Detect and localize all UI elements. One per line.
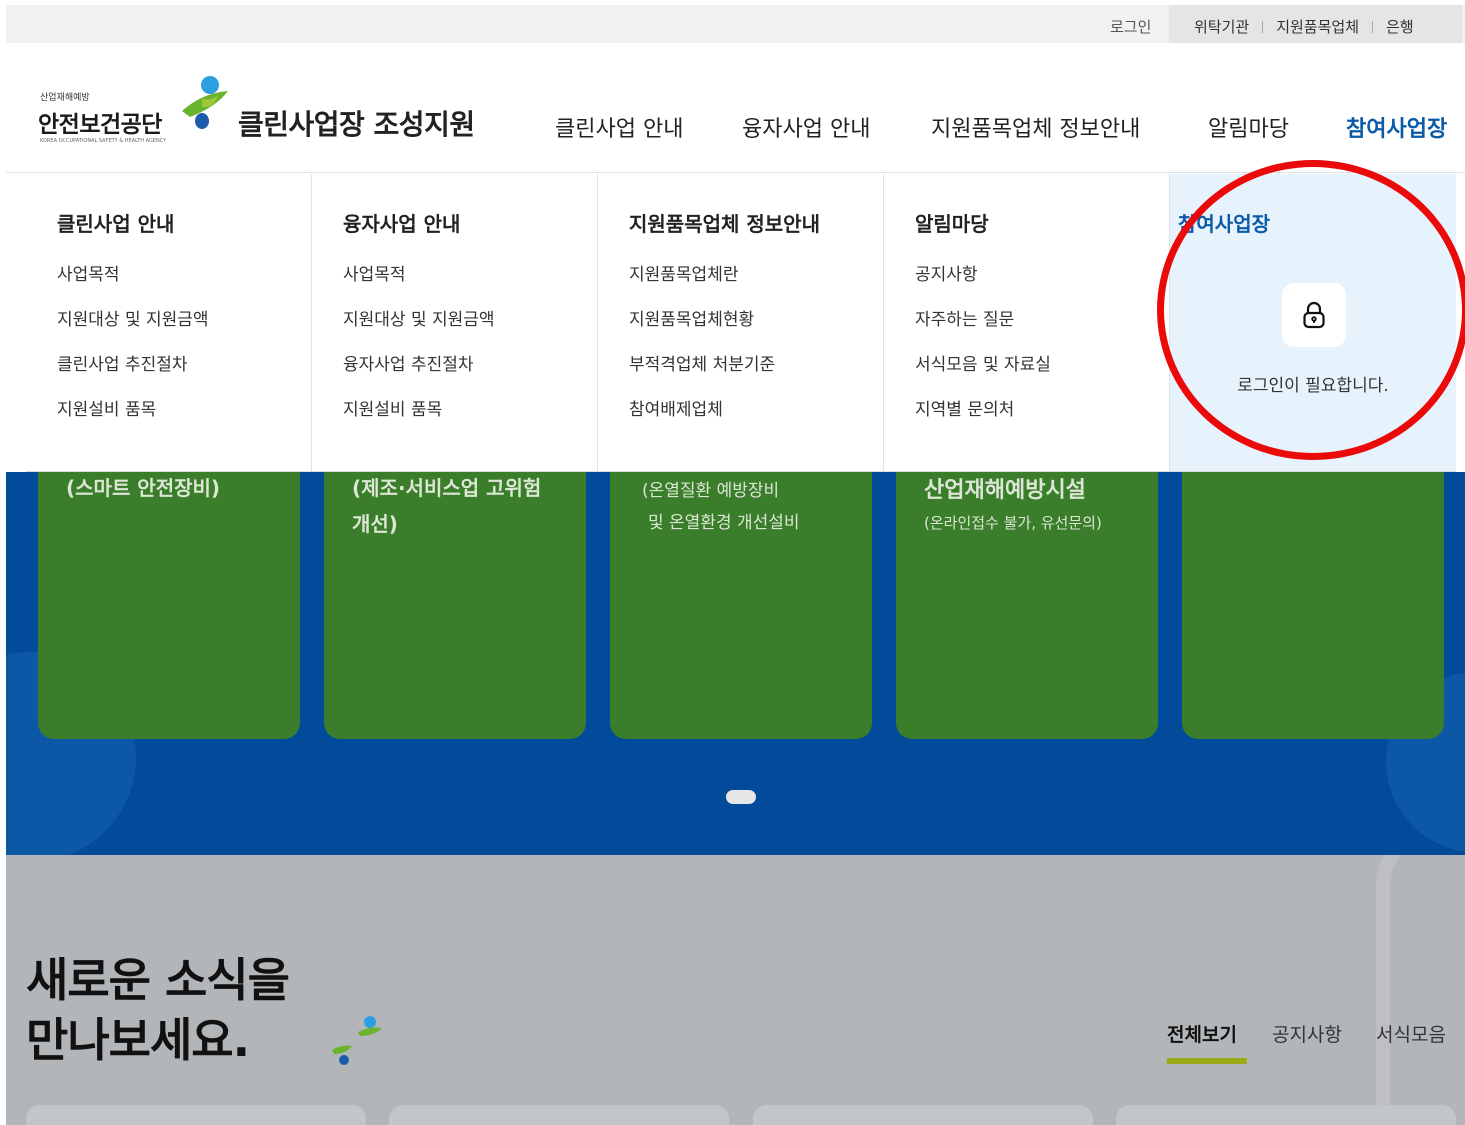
tab-notices[interactable]: 공지사항 [1272,1020,1342,1047]
news-heading-line: 새로운 소식을 [26,953,290,1007]
divider [1262,20,1264,33]
tab-forms[interactable]: 서식모음 [1376,1020,1446,1047]
mega-menu-column: 알림마당 공지사항 자주하는 질문 서식모음 및 자료실 지역별 문의처 [884,174,1170,471]
mega-menu-title[interactable]: 클린사업 안내 [57,208,174,237]
menu-item[interactable]: 부적격업체 처분기준 [629,350,775,395]
hero-card[interactable]: 산업재해예방시설 (온라인접수 불가, 유선문의) [896,472,1158,739]
card-label: (제조·서비스업 고위험 [352,476,542,500]
mega-menu-title[interactable]: 알림마당 [915,208,989,237]
org-tagline: 산업재해예방 [40,93,90,103]
participant-panel: 참여사업장 로그인이 필요합니다. [1170,174,1456,471]
card-title: 산업재해예방시설 [924,478,1086,503]
menu-item[interactable]: 클린사업 추진절차 [57,350,209,395]
carousel-indicator[interactable] [726,790,756,804]
menu-item[interactable]: 자주하는 질문 [915,305,1051,350]
kosha-logo-icon[interactable] [172,71,236,135]
login-link[interactable]: 로그인 [1110,16,1151,37]
mega-menu-title[interactable]: 지원품목업체 정보안내 [629,208,820,237]
news-heading: 새로운 소식을 만나보세요. [26,950,290,1070]
news-card[interactable] [389,1105,729,1125]
menu-item[interactable]: 지원품목업체현황 [629,305,775,350]
utility-bar: 로그인 위탁기관 지원품목업체 은행 [6,5,1465,43]
link-supplier[interactable]: 지원품목업체 [1276,16,1359,37]
link-trust-agency[interactable]: 위탁기관 [1194,16,1249,37]
card-label: (스마트 안전장비) [66,476,221,500]
org-logo-text[interactable]: 안전보건공단 [38,105,162,139]
nav-loan-business[interactable]: 융자사업 안내 [742,111,870,143]
mega-menu-title[interactable]: 융자사업 안내 [343,208,460,237]
site-header: 산업재해예방 안전보건공단 KOREA OCCUPATIONAL SAFETY … [6,43,1465,173]
mega-menu-column: 클린사업 안내 사업목적 지원대상 및 지원금액 클린사업 추진절차 지원설비 … [26,174,312,471]
menu-item[interactable]: 참여배제업체 [629,395,775,440]
hero-card[interactable]: (제조·서비스업 고위험 개선) [324,472,586,739]
nav-supplier-info[interactable]: 지원품목업체 정보안내 [931,111,1140,143]
mega-menu-title[interactable]: 참여사업장 [1178,208,1270,237]
menu-item[interactable]: 사업목적 [57,260,209,305]
hero-card[interactable] [1182,472,1444,739]
hero-card[interactable]: (온열질환 예방장비 및 온열환경 개선설비 [610,472,872,739]
divider [1372,20,1374,33]
news-heading-line: 만나보세요. [26,1013,250,1067]
org-english-name: KOREA OCCUPATIONAL SAFETY & HEALTH AGENC… [40,138,167,144]
site-title[interactable]: 클린사업장 조성지원 [238,103,475,143]
mega-menu-list: 사업목적 지원대상 및 지원금액 클린사업 추진절차 지원설비 품목 [57,260,209,440]
menu-item[interactable]: 융자사업 추진절차 [343,350,495,395]
active-tab-indicator [1167,1058,1247,1064]
link-bank[interactable]: 은행 [1386,16,1414,37]
card-label: (온열질환 예방장비 [642,481,780,501]
mega-menu-list: 공지사항 자주하는 질문 서식모음 및 자료실 지역별 문의처 [915,260,1051,440]
mega-menu: 클린사업 안내 사업목적 지원대상 및 지원금액 클린사업 추진절차 지원설비 … [26,174,1456,472]
menu-item[interactable]: 지원설비 품목 [57,395,209,440]
mega-menu-list: 지원품목업체란 지원품목업체현황 부적격업체 처분기준 참여배제업체 [629,260,775,440]
news-card[interactable] [1116,1105,1456,1125]
tab-all[interactable]: 전체보기 [1167,1020,1237,1047]
utility-links: 위탁기관 지원품목업체 은행 [1194,16,1414,37]
news-card[interactable] [26,1105,366,1125]
menu-item[interactable]: 지원대상 및 지원금액 [57,305,209,350]
menu-item[interactable]: 지원품목업체란 [629,260,775,305]
card-label: 개선) [352,512,398,536]
nav-notice-board[interactable]: 알림마당 [1208,111,1289,143]
menu-item[interactable]: 지원설비 품목 [343,395,495,440]
menu-item[interactable]: 지원대상 및 지원금액 [343,305,495,350]
card-note: (온라인접수 불가, 유선문의) [924,514,1102,532]
lock-icon [1303,301,1325,329]
menu-item[interactable]: 사업목적 [343,260,495,305]
nav-clean-business[interactable]: 클린사업 안내 [555,111,683,143]
nav-participants[interactable]: 참여사업장 [1346,111,1447,143]
mega-menu-list: 사업목적 지원대상 및 지원금액 융자사업 추진절차 지원설비 품목 [343,260,495,440]
mega-menu-column: 지원품목업체 정보안내 지원품목업체란 지원품목업체현황 부적격업체 처분기준 … [598,174,884,471]
hero-card[interactable]: (스마트 안전장비) [38,472,300,739]
decorative-arc [1376,855,1465,1125]
menu-item[interactable]: 공지사항 [915,260,1051,305]
news-card[interactable] [753,1105,1093,1125]
hero-banner: (스마트 안전장비) (제조·서비스업 고위험 개선) (온열질환 예방장비 및… [6,472,1465,855]
news-section: 새로운 소식을 만나보세요. 전체보기 공지사항 서식모음 [6,855,1465,1125]
lock-button[interactable] [1282,283,1346,347]
menu-item[interactable]: 서식모음 및 자료실 [915,350,1051,395]
sparkle-logo-icon [332,1016,382,1065]
menu-item[interactable]: 지역별 문의처 [915,395,1051,440]
mega-menu-column: 융자사업 안내 사업목적 지원대상 및 지원금액 융자사업 추진절차 지원설비 … [312,174,598,471]
card-label: 및 온열환경 개선설비 [648,513,800,533]
login-required-message: 로그인이 필요합니다. [1237,376,1389,396]
